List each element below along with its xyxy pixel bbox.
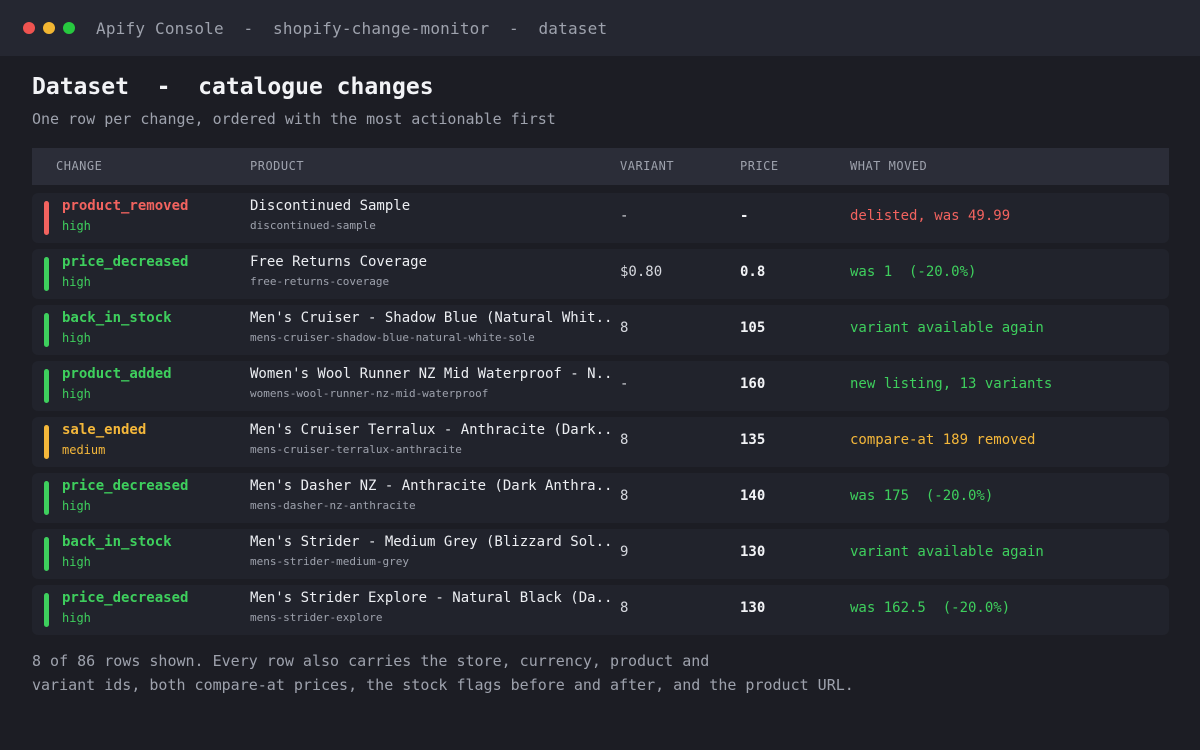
product-title[interactable]: Discontinued Sample (250, 198, 610, 214)
product-handle: mens-strider-explore (250, 611, 383, 624)
product-handle: mens-strider-medium-grey (250, 555, 409, 568)
price-value: - (740, 208, 749, 224)
severity-label: high (62, 387, 91, 401)
close-window-dot[interactable] (23, 22, 35, 34)
severity-label: high (62, 331, 91, 345)
product-handle: mens-cruiser-shadow-blue-natural-white-s… (250, 331, 535, 344)
variant-value: 8 (620, 432, 629, 448)
product-title[interactable]: Men's Cruiser Terralux - Anthracite (Dar… (250, 422, 610, 438)
price-value: 130 (740, 544, 766, 560)
variant-value: $0.80 (620, 264, 663, 280)
severity-indicator-bar (44, 481, 49, 515)
change-type: back_in_stock (62, 310, 172, 326)
what-moved-text: variant available again (850, 320, 1044, 336)
table-row[interactable]: back_in_stockhigh Men's Cruiser - Shadow … (32, 305, 1169, 355)
severity-label: high (62, 219, 91, 233)
what-moved-text: delisted, was 49.99 (850, 208, 1011, 224)
product-title[interactable]: Men's Dasher NZ - Anthracite (Dark Anthr… (250, 478, 610, 494)
price-value: 160 (740, 376, 766, 392)
severity-indicator-bar (44, 593, 49, 627)
product-handle: mens-cruiser-terralux-anthracite (250, 443, 462, 456)
footer-note-line-1: 8 of 86 rows shown. Every row also carri… (32, 652, 710, 670)
column-header-price[interactable]: PRICE (740, 148, 779, 185)
severity-indicator-bar (44, 537, 49, 571)
price-value: 135 (740, 432, 766, 448)
severity-label: medium (62, 443, 106, 457)
change-type: product_removed (62, 198, 189, 214)
severity-label: high (62, 555, 91, 569)
variant-value: 8 (620, 320, 629, 336)
severity-indicator-bar (44, 313, 49, 347)
footer-note: 8 of 86 rows shown. Every row also carri… (32, 649, 932, 697)
table-row[interactable]: back_in_stockhigh Men's Strider - Medium … (32, 529, 1169, 579)
table-header: CHANGE PRODUCT VARIANT PRICE WHAT MOVED (32, 148, 1169, 185)
price-value: 0.8 (740, 264, 766, 280)
price-value: 105 (740, 320, 766, 336)
change-type: price_decreased (62, 590, 189, 606)
severity-label: high (62, 275, 91, 289)
minimize-window-dot[interactable] (43, 22, 55, 34)
variant-value: - (620, 208, 629, 224)
window-titlebar: Apify Console - shopify-change-monitor -… (0, 0, 1200, 56)
severity-indicator-bar (44, 369, 49, 403)
product-handle: mens-dasher-nz-anthracite (250, 499, 416, 512)
table-row[interactable]: product_removedhigh Discontinued Sample di… (32, 193, 1169, 243)
price-value: 130 (740, 600, 766, 616)
table-row[interactable]: sale_endedmedium Men's Cruiser Terralux -… (32, 417, 1169, 467)
severity-label: high (62, 499, 91, 513)
table-row[interactable]: price_decreasedhigh Men's Dasher NZ - Ant… (32, 473, 1169, 523)
product-title[interactable]: Free Returns Coverage (250, 254, 610, 270)
what-moved-text: was 175 (-20.0%) (850, 488, 994, 504)
what-moved-text: was 162.5 (-20.0%) (850, 600, 1011, 616)
product-title[interactable]: Men's Strider - Medium Grey (Blizzard So… (250, 534, 610, 550)
product-title[interactable]: Men's Strider Explore - Natural Black (D… (250, 590, 610, 606)
product-title[interactable]: Men's Cruiser - Shadow Blue (Natural Whi… (250, 310, 610, 326)
change-type: sale_ended (62, 422, 147, 438)
variant-value: - (620, 376, 629, 392)
column-header-change[interactable]: CHANGE (56, 148, 102, 185)
severity-label: high (62, 611, 91, 625)
footer-note-line-2: variant ids, both compare-at prices, the… (32, 676, 854, 694)
severity-indicator-bar (44, 257, 49, 291)
change-type: back_in_stock (62, 534, 172, 550)
variant-value: 9 (620, 544, 629, 560)
variant-value: 8 (620, 488, 629, 504)
change-type: price_decreased (62, 254, 189, 270)
product-handle: womens-wool-runner-nz-mid-waterproof (250, 387, 489, 400)
column-header-product[interactable]: PRODUCT (250, 148, 304, 185)
page-title: Dataset - catalogue changes (32, 74, 434, 100)
table-body: product_removedhigh Discontinued Sample di… (32, 193, 1169, 641)
what-moved-text: compare-at 189 removed (850, 432, 1036, 448)
table-row[interactable]: price_decreasedhigh Men's Strider Explore… (32, 585, 1169, 635)
table-row[interactable]: product_addedhigh Women's Wool Runner NZ … (32, 361, 1169, 411)
severity-indicator-bar (44, 425, 49, 459)
window-title: Apify Console - shopify-change-monitor -… (96, 18, 608, 38)
product-title[interactable]: Women's Wool Runner NZ Mid Waterproof - … (250, 366, 610, 382)
variant-value: 8 (620, 600, 629, 616)
column-header-variant[interactable]: VARIANT (620, 148, 674, 185)
severity-indicator-bar (44, 201, 49, 235)
price-value: 140 (740, 488, 766, 504)
what-moved-text: new listing, 13 variants (850, 376, 1053, 392)
maximize-window-dot[interactable] (63, 22, 75, 34)
table-row[interactable]: price_decreasedhigh Free Returns Coverage… (32, 249, 1169, 299)
what-moved-text: variant available again (850, 544, 1044, 560)
page-subtitle: One row per change, ordered with the mos… (32, 110, 556, 128)
product-handle: discontinued-sample (250, 219, 376, 232)
change-type: product_added (62, 366, 172, 382)
product-handle: free-returns-coverage (250, 275, 390, 288)
change-type: price_decreased (62, 478, 189, 494)
column-header-what-moved[interactable]: WHAT MOVED (850, 148, 927, 185)
what-moved-text: was 1 (-20.0%) (850, 264, 977, 280)
